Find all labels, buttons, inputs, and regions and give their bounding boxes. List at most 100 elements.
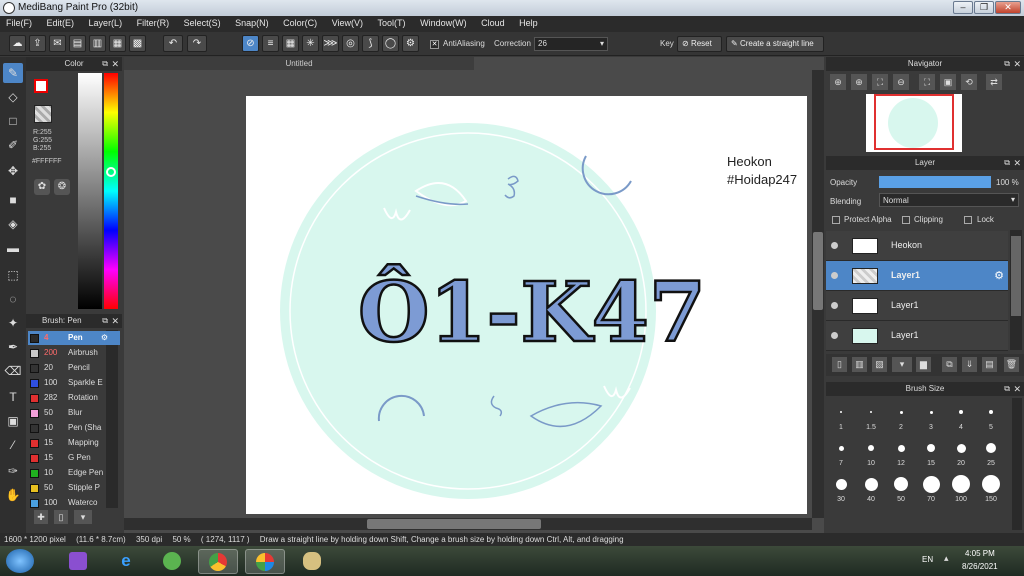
hue-bar[interactable] xyxy=(104,73,118,309)
hand-tool-icon[interactable]: ✋ xyxy=(3,485,23,505)
undock-icon[interactable]: ⧉ xyxy=(102,314,108,328)
brightness-bar[interactable] xyxy=(78,73,102,309)
brush-size-option[interactable]: 1 xyxy=(827,402,855,431)
eye-icon[interactable] xyxy=(831,332,838,339)
zoom-out-icon[interactable]: ⊖ xyxy=(893,74,909,90)
zoom-actual-icon[interactable]: ⊕ xyxy=(851,74,867,90)
menu-cloud[interactable]: Cloud xyxy=(475,16,511,30)
brush-item[interactable]: 4 Pen ⚙ xyxy=(28,331,120,345)
gradient-tool-icon[interactable]: ▬ xyxy=(3,238,23,258)
bucket-tool-icon[interactable]: ◈ xyxy=(3,214,23,234)
lasso-tool-icon[interactable]: ◌ xyxy=(3,289,23,309)
correction-select[interactable]: 26 ▾ xyxy=(534,37,608,51)
menu-help[interactable]: Help xyxy=(513,16,544,30)
brush-size-option[interactable]: 10 xyxy=(857,438,885,467)
brush-size-option[interactable]: 5 xyxy=(977,402,1005,431)
antialiasing-checkbox[interactable]: ✕ xyxy=(430,40,439,49)
select-eraser-icon[interactable]: ⌫ xyxy=(3,361,23,381)
trash-icon[interactable]: 🗑 xyxy=(1004,357,1019,372)
brush-item[interactable]: 15 Mapping xyxy=(28,436,120,450)
layer-row[interactable]: Layer1 xyxy=(826,291,1008,321)
menu-snap[interactable]: Snap(N) xyxy=(229,16,275,30)
eyedropper-icon[interactable]: ⁄ xyxy=(3,435,23,455)
undock-icon[interactable]: ⧉ xyxy=(1004,57,1010,71)
new-layer-icon[interactable]: ▯ xyxy=(832,357,847,372)
brush-size-option[interactable]: 30 xyxy=(827,474,855,503)
close-icon[interactable]: ✕ xyxy=(1013,57,1021,71)
start-button[interactable] xyxy=(6,549,34,573)
eraser-tool-icon[interactable]: ◇ xyxy=(3,87,23,107)
brush-size-option[interactable]: 7 xyxy=(827,438,855,467)
move-tool-icon[interactable]: ✥ xyxy=(3,161,23,181)
vertical-scrollbar[interactable] xyxy=(812,70,824,518)
color-picker-icon[interactable]: ❂ xyxy=(54,179,70,195)
dot-tool-icon[interactable]: □ xyxy=(3,111,23,131)
pen-tool-icon[interactable]: ✑ xyxy=(3,461,23,481)
close-icon[interactable]: ✕ xyxy=(111,57,119,71)
redo-icon[interactable]: ↷ xyxy=(187,35,207,52)
magic-wand-icon[interactable]: ✦ xyxy=(3,313,23,333)
brush-item[interactable]: 50 Stipple P xyxy=(28,481,120,495)
vertical-scroll-thumb[interactable] xyxy=(813,232,823,310)
brush-item[interactable]: 200 Airbrush xyxy=(28,346,120,360)
layer-row[interactable]: Layer1 xyxy=(826,321,1008,351)
coccoc-icon[interactable] xyxy=(152,549,192,574)
grid-file-icon[interactable]: ▦ xyxy=(109,35,126,52)
cloud-icon[interactable]: ☁ xyxy=(9,35,26,52)
menu-filter[interactable]: Filter(R) xyxy=(131,16,176,30)
brush-item[interactable]: 10 Pen (Sha xyxy=(28,421,120,435)
tray-up-icon[interactable]: ▴ xyxy=(944,553,949,564)
brush-size-scrollbar[interactable] xyxy=(1012,398,1022,530)
brush-item[interactable]: 100 Waterco xyxy=(28,496,120,510)
upload-icon[interactable]: ⇪ xyxy=(29,35,46,52)
view-rect[interactable] xyxy=(874,94,954,150)
menu-color[interactable]: Color(C) xyxy=(277,16,323,30)
divide-tool-icon[interactable]: ▣ xyxy=(3,411,23,431)
fill-rect-tool-icon[interactable]: ■ xyxy=(3,190,23,210)
snap-vanish-icon[interactable]: ⋙ xyxy=(322,35,339,52)
brush-size-option[interactable]: 40 xyxy=(857,474,885,503)
eye-icon[interactable] xyxy=(831,302,838,309)
text-tool-icon[interactable]: T xyxy=(3,387,23,407)
close-icon[interactable]: ✕ xyxy=(111,314,119,328)
duplicate-layer-icon[interactable]: ⧉ xyxy=(942,357,957,372)
brush-size-option[interactable]: 70 xyxy=(917,474,945,503)
zoom-in-icon[interactable]: ⊕ xyxy=(830,74,846,90)
blur-tool-icon[interactable]: ✐ xyxy=(3,135,23,155)
gear-icon[interactable]: ⚙ xyxy=(101,331,108,345)
layer-scroll-thumb[interactable] xyxy=(1011,236,1021,316)
layer-row[interactable]: Layer1 ⚙ xyxy=(826,261,1008,291)
brush-size-option[interactable]: 15 xyxy=(917,438,945,467)
brush-size-option[interactable]: 100 xyxy=(947,474,975,503)
settings-icon[interactable]: ▩ xyxy=(129,35,146,52)
brush-size-option[interactable]: 150 xyxy=(977,474,1005,503)
horizontal-scrollbar[interactable] xyxy=(124,518,812,530)
fit-screen-icon[interactable]: ⛶ xyxy=(919,74,935,90)
select-tool-icon[interactable]: ⬚ xyxy=(3,265,23,285)
menu-layer[interactable]: Layer(L) xyxy=(83,16,129,30)
flip-icon[interactable]: ⇄ xyxy=(986,74,1002,90)
snap-parallel-icon[interactable]: ≡ xyxy=(262,35,279,52)
navigator-thumbnail[interactable] xyxy=(866,94,962,152)
brush-item[interactable]: 100 Sparkle E xyxy=(28,376,120,390)
close-icon[interactable]: ✕ xyxy=(1013,156,1021,170)
save-icon[interactable]: ▥ xyxy=(89,35,106,52)
snap-radial-icon[interactable]: ✳ xyxy=(302,35,319,52)
layer-scrollbar[interactable] xyxy=(1010,230,1022,350)
menu-window[interactable]: Window(W) xyxy=(414,16,473,30)
layer-row[interactable]: Heokon xyxy=(826,231,1008,261)
paint-icon[interactable] xyxy=(292,549,332,574)
file-icon[interactable]: ▤ xyxy=(69,35,86,52)
merge-layer-icon[interactable]: ⇓ xyxy=(962,357,977,372)
straight-line-button[interactable]: ✎ Create a straight line xyxy=(726,36,824,52)
menu-file[interactable]: File(F) xyxy=(0,16,38,30)
hue-handle[interactable] xyxy=(106,167,116,177)
brush-size-option[interactable]: 2 xyxy=(887,402,915,431)
brush-menu-icon[interactable]: ▾ xyxy=(74,510,92,524)
brush-size-option[interactable]: 25 xyxy=(977,438,1005,467)
close-button[interactable]: ✕ xyxy=(995,1,1021,14)
horizontal-scroll-thumb[interactable] xyxy=(367,519,541,529)
new-halftone-layer-icon[interactable]: ▥ xyxy=(852,357,867,372)
undock-icon[interactable]: ⧉ xyxy=(1004,382,1010,396)
new-8bit-layer-icon[interactable]: ▧ xyxy=(872,357,887,372)
